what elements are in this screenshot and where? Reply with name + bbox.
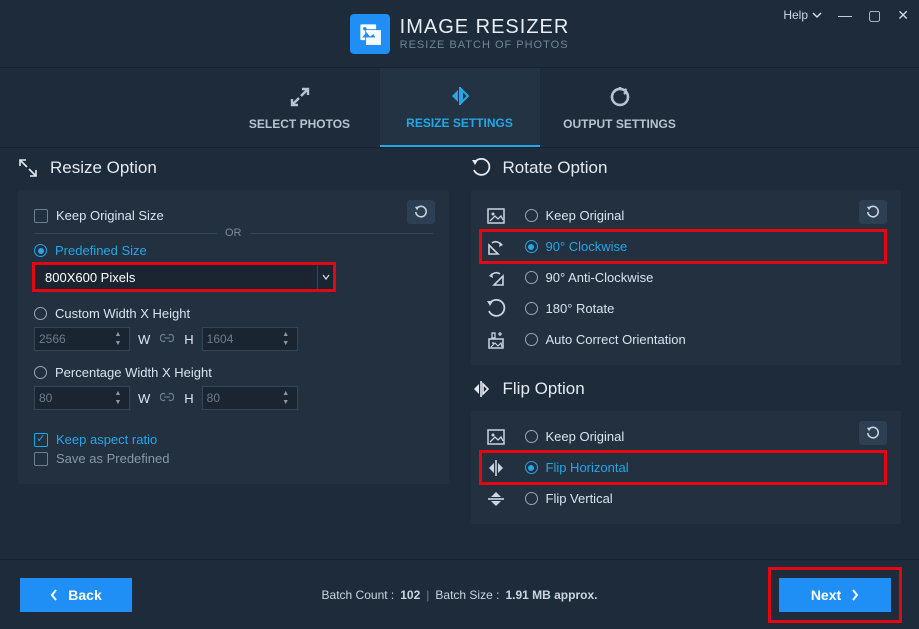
- flip-vertical-icon: [485, 489, 507, 509]
- rotate-auto-radio[interactable]: Auto Correct Orientation: [525, 332, 686, 347]
- help-menu[interactable]: Help: [783, 8, 822, 22]
- predefined-size-dropdown[interactable]: 800X600 Pixels: [34, 264, 334, 290]
- batch-size-value: 1.91 MB approx.: [505, 588, 597, 602]
- pct-w-spin-up[interactable]: ▲: [111, 390, 125, 398]
- link-icon: [158, 391, 176, 406]
- chevron-left-icon: [50, 589, 58, 601]
- pct-h-spin-up[interactable]: ▲: [279, 390, 293, 398]
- auto-correct-icon: [485, 330, 507, 350]
- app-title: IMAGE RESIZER: [400, 16, 570, 39]
- flip-keep-original-radio[interactable]: Keep Original: [525, 429, 625, 444]
- height-spin-up[interactable]: ▲: [279, 331, 293, 339]
- minimize-button[interactable]: —: [838, 8, 852, 22]
- rotate-acw-icon: [485, 268, 507, 288]
- image-icon: [485, 206, 507, 226]
- flip-reset-button[interactable]: [859, 421, 887, 445]
- chevron-right-icon: [851, 589, 859, 601]
- height-spin-down[interactable]: ▼: [279, 340, 293, 348]
- resize-section-title: Resize Option: [50, 158, 157, 178]
- flip-horizontal-radio[interactable]: Flip Horizontal: [525, 460, 629, 475]
- custom-height-input[interactable]: 1604 ▲▼: [202, 327, 298, 351]
- flip-vertical-radio[interactable]: Flip Vertical: [525, 491, 613, 506]
- save-as-predefined-checkbox[interactable]: ✓ Save as Predefined: [34, 451, 433, 466]
- rotate-cw-icon: [485, 237, 507, 257]
- resize-section-icon: [18, 158, 38, 178]
- image-icon: [485, 427, 507, 447]
- rotate-section-icon: [471, 158, 491, 178]
- custom-size-radio[interactable]: Custom Width X Height: [34, 306, 433, 321]
- chevron-down-icon: [812, 11, 822, 19]
- rotate-reset-button[interactable]: [859, 200, 887, 224]
- width-spin-up[interactable]: ▲: [111, 331, 125, 339]
- close-button[interactable]: ✕: [897, 8, 909, 22]
- keep-original-size-checkbox[interactable]: ✓ Keep Original Size: [34, 208, 433, 223]
- pct-w-spin-down[interactable]: ▼: [111, 399, 125, 407]
- undo-icon: [866, 205, 880, 219]
- app-subtitle: RESIZE BATCH OF PHOTOS: [400, 39, 570, 51]
- maximize-button[interactable]: ▢: [868, 8, 881, 22]
- rotate-keep-original-radio[interactable]: Keep Original: [525, 208, 625, 223]
- flip-section-icon: [471, 379, 491, 399]
- tab-select-photos[interactable]: SELECT PHOTOS: [220, 68, 380, 147]
- tab-output-settings[interactable]: OUTPUT SETTINGS: [540, 68, 700, 147]
- link-icon: [158, 332, 176, 347]
- rotate-180-radio[interactable]: 180° Rotate: [525, 301, 615, 316]
- next-button[interactable]: Next: [779, 578, 891, 612]
- keep-aspect-ratio-checkbox[interactable]: ✓ Keep aspect ratio: [34, 432, 433, 447]
- flip-horizontal-icon: [485, 458, 507, 478]
- undo-icon: [866, 426, 880, 440]
- or-divider-text: OR: [225, 227, 242, 239]
- back-button[interactable]: Back: [20, 578, 132, 612]
- expand-icon: [288, 85, 312, 109]
- height-label: H: [184, 332, 193, 347]
- undo-icon: [414, 205, 428, 219]
- flip-square-icon: [448, 84, 472, 108]
- rotate-section-title: Rotate Option: [503, 158, 608, 178]
- tab-resize-settings[interactable]: RESIZE SETTINGS: [380, 68, 540, 147]
- gear-circle-icon: [608, 85, 632, 109]
- width-spin-down[interactable]: ▼: [111, 340, 125, 348]
- app-logo-icon: [350, 14, 390, 54]
- predefined-size-radio[interactable]: Predefined Size: [34, 243, 433, 258]
- rotate-cw-radio[interactable]: 90° Clockwise: [525, 239, 628, 254]
- flip-section-title: Flip Option: [503, 379, 585, 399]
- width-label: W: [138, 332, 150, 347]
- batch-count-value: 102: [400, 588, 420, 602]
- batch-count-label: Batch Count :: [322, 588, 395, 602]
- percent-height-input[interactable]: 80 ▲▼: [202, 386, 298, 410]
- resize-reset-button[interactable]: [407, 200, 435, 224]
- percent-width-input[interactable]: 80 ▲▼: [34, 386, 130, 410]
- rotate-180-icon: [485, 299, 507, 319]
- rotate-acw-radio[interactable]: 90° Anti-Clockwise: [525, 270, 654, 285]
- percentage-size-radio[interactable]: Percentage Width X Height: [34, 365, 433, 380]
- batch-size-label: Batch Size :: [435, 588, 499, 602]
- pct-h-spin-down[interactable]: ▼: [279, 399, 293, 407]
- dropdown-caret-icon: [317, 265, 333, 289]
- custom-width-input[interactable]: 2566 ▲▼: [34, 327, 130, 351]
